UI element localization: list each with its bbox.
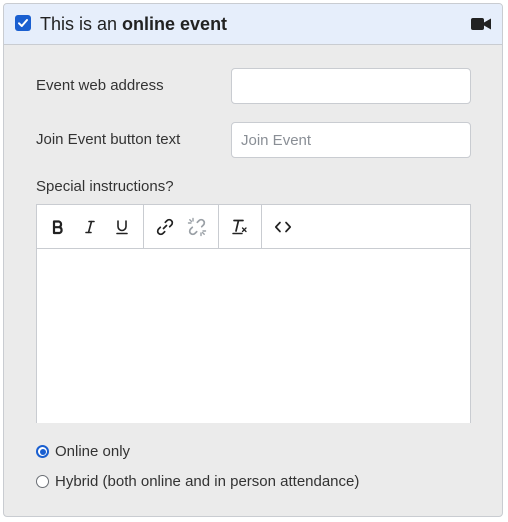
unlink-button[interactable] <box>181 211 213 243</box>
web-address-label: Event web address <box>36 77 164 94</box>
italic-icon <box>85 220 95 233</box>
hybrid-label: Hybrid (both online and in person attend… <box>55 473 360 490</box>
bold-button[interactable] <box>42 211 74 243</box>
special-instructions-label: Special instructions? <box>36 178 174 195</box>
code-icon <box>274 221 292 232</box>
online-only-radio[interactable] <box>36 445 49 458</box>
unlink-icon <box>187 217 207 236</box>
instructions-editor <box>36 204 471 423</box>
instructions-text-area[interactable] <box>37 249 470 423</box>
link-button[interactable] <box>149 211 181 243</box>
link-icon <box>156 218 174 235</box>
join-button-text-label: Join Event button text <box>36 131 181 148</box>
video-camera-icon <box>471 18 491 30</box>
hybrid-radio[interactable] <box>36 475 49 488</box>
checkmark-icon <box>18 19 28 27</box>
online-event-title: This is an online event <box>40 13 227 35</box>
online-event-panel: This is an online event Event web addres… <box>3 3 503 517</box>
toolbar-group-text-style <box>37 205 144 248</box>
attendance-option-hybrid[interactable]: Hybrid (both online and in person attend… <box>36 473 359 490</box>
online-event-checkbox[interactable] <box>15 15 31 31</box>
attendance-option-online-only[interactable]: Online only <box>36 443 130 460</box>
toolbar-group-clear <box>219 205 262 248</box>
underline-icon <box>116 219 128 234</box>
join-button-text-input[interactable] <box>231 122 471 158</box>
code-button[interactable] <box>267 211 299 243</box>
online-event-header: This is an online event <box>4 4 502 45</box>
bold-icon <box>52 219 63 234</box>
toolbar-group-links <box>144 205 219 248</box>
toolbar-group-code <box>262 205 304 248</box>
clear-formatting-button[interactable] <box>224 211 256 243</box>
underline-button[interactable] <box>106 211 138 243</box>
italic-button[interactable] <box>74 211 106 243</box>
title-bold: online event <box>122 14 228 34</box>
clear-formatting-icon <box>232 219 247 234</box>
editor-toolbar <box>37 205 470 249</box>
online-only-label: Online only <box>55 443 131 460</box>
title-prefix: This is an <box>40 14 123 34</box>
web-address-input[interactable] <box>231 68 471 104</box>
